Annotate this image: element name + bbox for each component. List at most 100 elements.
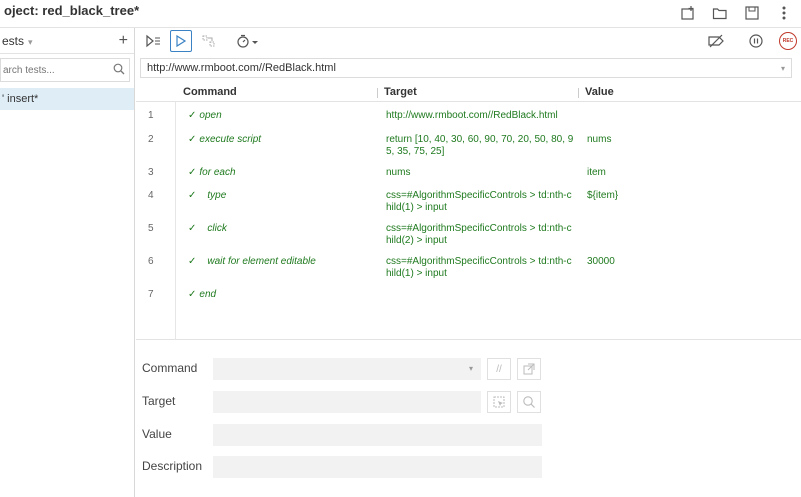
project-name[interactable]: red_black_tree*	[42, 3, 139, 18]
description-input[interactable]	[213, 456, 542, 478]
table-row[interactable]: 3 ✓ for each nums item	[136, 167, 801, 185]
value-input[interactable]	[213, 424, 542, 446]
row-command: ✓ end	[188, 289, 216, 300]
comment-toggle-button[interactable]: //	[487, 358, 511, 380]
table-row[interactable]: 4 ✓ type css=#AlgorithmSpecificControls >…	[136, 190, 801, 218]
row-number: 3	[148, 167, 154, 178]
table-row[interactable]: 1 ✓ open http://www.rmboot.com//RedBlack.…	[136, 110, 801, 128]
row-value: 30000	[587, 256, 615, 267]
table-row[interactable]: 5 ✓ click css=#AlgorithmSpecificControls …	[136, 223, 801, 251]
table-header: Command Target Value	[136, 82, 801, 102]
row-number: 6	[148, 256, 154, 267]
row-target: http://www.rmboot.com//RedBlack.html	[386, 110, 558, 121]
project-title: oject: red_black_tree*	[4, 3, 139, 18]
row-command-text: end	[199, 289, 217, 300]
command-input[interactable]: ▾	[213, 358, 481, 380]
check-icon: ✓	[188, 167, 197, 178]
row-target: css=#AlgorithmSpecificControls > td:nth-…	[386, 223, 572, 246]
toolbar: REC	[136, 28, 801, 54]
tests-dropdown[interactable]: ests ▾	[2, 34, 33, 48]
run-current-test-button[interactable]	[170, 30, 192, 52]
column-header-target: Target	[384, 86, 417, 98]
tests-dropdown-label: ests	[2, 33, 25, 48]
external-link-icon	[523, 363, 535, 375]
table-row[interactable]: 7 ✓ end	[136, 289, 801, 307]
find-target-button[interactable]	[517, 391, 541, 413]
search-tests-input[interactable]	[3, 64, 98, 76]
add-test-button[interactable]: +	[119, 32, 128, 50]
row-command: ✓ wait for element editable	[188, 256, 316, 267]
row-command: ✓ open	[188, 110, 222, 121]
check-icon: ✓	[188, 223, 197, 234]
run-all-tests-button[interactable]	[142, 30, 164, 52]
check-icon: ✓	[188, 134, 197, 145]
command-label: Command	[142, 361, 198, 375]
project-title-prefix: oject:	[4, 3, 39, 18]
select-target-button[interactable]	[487, 391, 511, 413]
search-tests	[0, 58, 130, 82]
row-number: 4	[148, 190, 154, 201]
record-button[interactable]: REC	[779, 32, 797, 50]
row-command: ✓ click	[188, 223, 227, 234]
new-project-icon[interactable]	[679, 4, 697, 22]
toolbar-right-actions: REC	[699, 30, 797, 52]
row-target: css=#AlgorithmSpecificControls > td:nth-…	[386, 256, 572, 279]
table-row[interactable]: 6 ✓ wait for element editable css=#Algori…	[136, 256, 801, 284]
row-number: 5	[148, 223, 154, 234]
target-label: Target	[142, 394, 176, 408]
base-url-value: http://www.rmboot.com//RedBlack.html	[147, 62, 336, 74]
test-speed-icon[interactable]	[232, 30, 264, 52]
more-options-icon[interactable]	[775, 4, 793, 22]
search-icon	[113, 63, 125, 78]
disable-breakpoints-icon[interactable]	[705, 30, 727, 52]
test-item-insert[interactable]: ' insert*	[0, 88, 134, 110]
row-number: 1	[148, 110, 154, 121]
row-command-text: wait for element editable	[207, 256, 316, 267]
value-label: Value	[142, 427, 172, 441]
check-icon: ✓	[188, 110, 197, 121]
command-editor: Command ▾ // Target Value Description	[136, 340, 801, 497]
row-command: ✓ type	[188, 190, 226, 201]
chevron-down-icon: ▾	[28, 36, 33, 47]
project-actions	[679, 4, 793, 22]
tests-header: ests ▾ +	[0, 28, 134, 54]
row-value: nums	[587, 134, 612, 145]
step-over-icon[interactable]	[198, 30, 220, 52]
row-command-text: click	[207, 223, 227, 234]
row-command-text: execute script	[199, 134, 262, 145]
row-command-text: type	[207, 190, 227, 201]
save-project-icon[interactable]	[743, 4, 761, 22]
row-target: css=#AlgorithmSpecificControls > td:nth-…	[386, 190, 572, 213]
target-input[interactable]	[213, 391, 481, 413]
row-command-text: for each	[199, 167, 236, 178]
column-header-value: Value	[585, 86, 614, 98]
row-command-text: open	[199, 110, 222, 121]
tests-sidebar: ests▾ + ' insert*	[0, 28, 135, 497]
open-reference-button[interactable]	[517, 358, 541, 380]
title-bar: oject: red_black_tree*	[0, 0, 801, 28]
commands-table: Command Target Value 1 ✓ open http://www.…	[136, 82, 801, 340]
chevron-down-icon[interactable]: ▾	[469, 364, 473, 373]
select-target-icon	[493, 396, 505, 408]
pause-on-exceptions-icon[interactable]	[745, 30, 767, 52]
column-divider[interactable]	[377, 88, 378, 98]
check-icon: ✓	[188, 289, 197, 300]
row-command: ✓ for each	[188, 167, 236, 178]
row-number: 2	[148, 134, 154, 145]
chevron-down-icon[interactable]: ▾	[781, 64, 785, 73]
open-project-icon[interactable]	[711, 4, 729, 22]
row-target: return [10, 40, 30, 60, 90, 70, 20, 50, …	[386, 134, 574, 157]
row-number: 7	[148, 289, 154, 300]
check-icon: ✓	[188, 190, 197, 201]
table-row[interactable]: 2 ✓ execute script return [10, 40, 30, 60…	[136, 134, 801, 162]
column-divider[interactable]	[578, 88, 579, 98]
column-header-command: Command	[183, 86, 237, 98]
row-value: ${item}	[587, 190, 619, 201]
description-label: Description	[142, 459, 203, 473]
base-url-field[interactable]: http://www.rmboot.com//RedBlack.html ▾	[140, 58, 792, 78]
row-command: ✓ execute script	[188, 134, 261, 145]
row-target: nums	[386, 167, 411, 178]
check-icon: ✓	[188, 256, 197, 267]
search-icon	[523, 396, 535, 408]
row-value: item	[587, 167, 606, 178]
